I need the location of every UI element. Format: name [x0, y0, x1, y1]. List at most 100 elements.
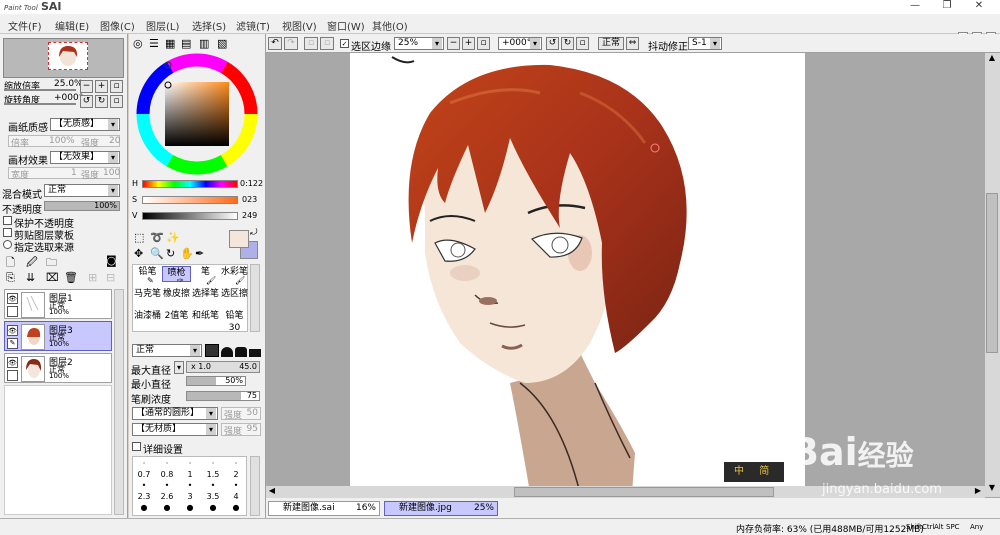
zoom-out-button[interactable]: −	[80, 80, 93, 93]
brush-texture-select[interactable]: 【无材质】	[132, 423, 218, 436]
eye-icon[interactable]: 👁	[7, 325, 18, 336]
invert-select-button[interactable]: ▫	[320, 37, 334, 50]
details-checkbox[interactable]	[132, 442, 141, 451]
brush-mode-select[interactable]: 正常	[132, 344, 202, 357]
scroll-down-icon[interactable]: ▼	[986, 483, 998, 495]
color-wheel-tab-icon[interactable]: ◎	[133, 37, 143, 50]
eye-icon[interactable]: 👁	[7, 293, 18, 304]
tool-bucket[interactable]: 油漆桶	[133, 310, 162, 326]
color-mix-tab-icon[interactable]: ▤	[181, 37, 191, 50]
max-diameter-bar[interactable]: x 1.0 45.0	[186, 361, 260, 373]
swap-colors-icon[interactable]: ⤾	[250, 228, 258, 238]
vscroll-thumb[interactable]	[986, 193, 998, 353]
layer-lock-checkbox[interactable]	[7, 306, 18, 317]
rotate-reset-toolbar-button[interactable]: ▫	[576, 37, 589, 50]
swatches-tab-icon[interactable]: ▥	[199, 37, 209, 50]
close-button[interactable]: ✕	[964, 0, 994, 14]
menu-layer[interactable]: 图层(L)	[146, 18, 179, 33]
paper-texture-select[interactable]: 【无质感】	[50, 118, 120, 131]
tab-sai-file[interactable]: 新建图像.sai 16%	[268, 501, 380, 516]
opacity-bar[interactable]: 100%	[44, 201, 120, 211]
tool-washi-pen[interactable]: 和纸笔	[191, 310, 220, 326]
size-dropdown-button[interactable]: ▾	[174, 361, 184, 374]
zoom-slider[interactable]	[4, 89, 76, 91]
hand-icon[interactable]: ✋	[180, 247, 194, 260]
hsv-slider-tab-icon[interactable]: ▦	[165, 37, 175, 50]
rgb-slider-tab-icon[interactable]: ☰	[149, 37, 159, 50]
hue-slider[interactable]	[142, 180, 238, 188]
layer-scrollbar[interactable]	[114, 289, 124, 515]
blend-mode-select[interactable]: 正常	[44, 184, 120, 197]
menu-image[interactable]: 图像(C)	[100, 18, 135, 33]
rect-select-icon[interactable]: ⬚	[134, 231, 144, 244]
rotate-reset-button[interactable]: ▫	[110, 95, 123, 108]
min-diameter-bar[interactable]: 50%	[186, 376, 246, 386]
layer-item[interactable]: 👁 图层2 正常 100%	[4, 353, 112, 383]
rotate-cw-button[interactable]: ↻	[561, 37, 574, 50]
size-scrollbar[interactable]	[250, 456, 260, 516]
rotate-right-button[interactable]: ↻	[95, 95, 108, 108]
drawing-paper[interactable]	[350, 53, 805, 493]
value-slider[interactable]	[142, 212, 238, 220]
flip-icon-button[interactable]: ⇔	[626, 37, 639, 50]
size-preset[interactable]: 0.8	[156, 470, 178, 479]
scroll-right-icon[interactable]: ▶	[972, 486, 984, 498]
tool-binary-pen[interactable]: 2值笔	[162, 310, 191, 326]
angle-select[interactable]: +000°	[498, 37, 542, 50]
vertical-scrollbar[interactable]: ▲ ▼	[985, 53, 1000, 497]
zoom-plus-button[interactable]: +	[462, 37, 475, 50]
selection-source-radio[interactable]	[3, 240, 12, 249]
paper-effect-select[interactable]: 【无效果】	[50, 151, 120, 164]
menu-edit[interactable]: 编辑(E)	[55, 18, 89, 33]
size-preset[interactable]: 1	[179, 470, 201, 479]
size-preset[interactable]: 0.7	[133, 470, 155, 479]
menu-view[interactable]: 视图(V)	[282, 18, 317, 33]
zoom-reset-button[interactable]: ▫	[110, 80, 123, 93]
magic-wand-icon[interactable]: ✨	[166, 231, 180, 244]
eye-icon[interactable]: 👁	[7, 357, 18, 368]
stabilizer-select[interactable]: S-1	[688, 37, 722, 50]
menu-file[interactable]: 文件(F)	[8, 18, 42, 33]
scratchpad-tab-icon[interactable]: ▧	[217, 37, 227, 50]
color-wheel[interactable]	[135, 52, 259, 176]
zoom-minus-button[interactable]: −	[447, 37, 460, 50]
size-preset[interactable]: 4	[225, 492, 247, 501]
scroll-up-icon[interactable]: ▲	[986, 53, 998, 65]
tool-eraser[interactable]: 橡皮擦	[162, 288, 191, 304]
tool-select-pen[interactable]: 选择笔	[191, 288, 220, 304]
clear-layer-icon[interactable]: ⌧	[46, 271, 59, 284]
layer-lock-checkbox[interactable]	[7, 370, 18, 381]
selection-edge-checkbox[interactable]: ✓	[340, 39, 349, 48]
brush-shape-flat-icon[interactable]	[249, 349, 261, 357]
primary-color-swatch[interactable]	[229, 230, 249, 248]
tab-jpg-file[interactable]: 新建图像.jpg 25%	[384, 501, 498, 516]
layer-edit-icon[interactable]: ✎	[7, 338, 18, 349]
restore-button[interactable]: ❐	[932, 0, 962, 14]
deselect-button[interactable]: ▫	[304, 37, 318, 50]
new-mask-icon[interactable]: ◙	[106, 254, 117, 267]
layer-item[interactable]: 👁 ✎ 图层3 正常 100%	[4, 321, 112, 351]
layer-item[interactable]: 👁 图层1 正常 100%	[4, 289, 112, 319]
zoom-in-button[interactable]: +	[95, 80, 108, 93]
menu-window[interactable]: 窗口(W)	[327, 18, 365, 33]
density-bar[interactable]: 75	[186, 391, 260, 401]
size-preset[interactable]: 2	[225, 470, 247, 479]
size-preset[interactable]: 1.5	[202, 470, 224, 479]
flip-mode-button[interactable]: 正常	[598, 37, 624, 50]
size-preset[interactable]: 2.6	[156, 492, 178, 501]
size-preset[interactable]: 2.3	[133, 492, 155, 501]
rotate-ccw-button[interactable]: ↺	[546, 37, 559, 50]
size-preset[interactable]: 3.5	[202, 492, 224, 501]
navigator-preview[interactable]	[3, 38, 124, 78]
clip-mask-checkbox[interactable]	[3, 228, 12, 237]
rotate-icon[interactable]: ↻	[166, 247, 175, 260]
brush-shape-round-icon[interactable]	[221, 347, 233, 357]
brush-shape-sharp-icon[interactable]	[205, 344, 219, 357]
scroll-left-icon[interactable]: ◀	[266, 486, 278, 498]
ime-toolbar[interactable]: 中 简	[724, 462, 784, 482]
angle-slider[interactable]	[4, 103, 76, 105]
lasso-icon[interactable]: ➰	[150, 231, 164, 244]
redo-button[interactable]: ↷	[284, 37, 298, 50]
menu-select[interactable]: 选择(S)	[192, 18, 226, 33]
eyedropper-icon[interactable]: ✒	[195, 247, 204, 260]
